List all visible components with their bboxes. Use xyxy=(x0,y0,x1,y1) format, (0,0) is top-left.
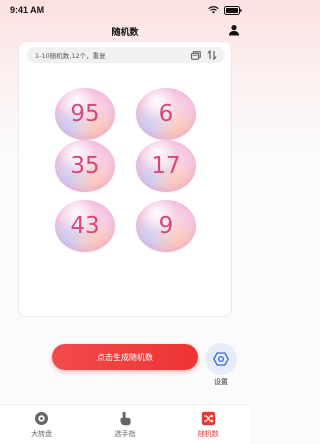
tab-wheel[interactable]: 大转盘 xyxy=(0,405,83,444)
number-ball: 9 xyxy=(136,200,196,252)
ball-number: 43 xyxy=(70,213,100,239)
copy-icon[interactable] xyxy=(191,50,201,60)
number-ball: 6 xyxy=(136,88,196,140)
finger-icon xyxy=(120,411,132,426)
status-time: 9:41 AM xyxy=(10,5,45,15)
number-ball: 17 xyxy=(136,140,196,192)
ball-number: 17 xyxy=(151,153,181,179)
config-summary: 1-10随机数,12个，重复 xyxy=(35,52,106,60)
tab-random[interactable]: 随机数 xyxy=(167,405,250,444)
user-icon[interactable] xyxy=(228,24,240,36)
nav-bar: 随机数 xyxy=(0,20,250,42)
wifi-icon xyxy=(208,6,219,14)
number-ball: 35 xyxy=(55,140,115,192)
status-icons xyxy=(208,5,242,15)
settings-button[interactable] xyxy=(205,343,237,375)
number-ball: 43 xyxy=(55,200,115,252)
sort-icon[interactable] xyxy=(207,50,217,60)
ball-number: 35 xyxy=(70,153,100,179)
generate-button[interactable]: 点击生成随机数 xyxy=(52,344,198,370)
ball-number: 95 xyxy=(70,101,100,127)
result-card: 1-10随机数,12个，重复 95 6 35 17 43 9 xyxy=(18,41,232,317)
tab-finger[interactable]: 选手指 xyxy=(83,405,166,444)
tab-bar: 大转盘 选手指 随机数 xyxy=(0,404,250,444)
tab-label: 选手指 xyxy=(114,430,136,438)
battery-icon xyxy=(224,5,242,15)
status-bar: 9:41 AM xyxy=(0,0,250,20)
settings-label: 设置 xyxy=(214,378,228,386)
shuffle-icon xyxy=(201,411,216,426)
tab-label: 随机数 xyxy=(197,430,219,438)
ball-number: 6 xyxy=(158,101,174,127)
number-ball: 95 xyxy=(55,88,115,140)
wheel-icon xyxy=(35,412,49,425)
config-bar[interactable]: 1-10随机数,12个，重复 xyxy=(27,47,225,63)
settings-icon xyxy=(213,352,229,366)
ball-number: 9 xyxy=(158,213,174,239)
tab-label: 大转盘 xyxy=(31,430,53,438)
page-title: 随机数 xyxy=(111,27,139,38)
